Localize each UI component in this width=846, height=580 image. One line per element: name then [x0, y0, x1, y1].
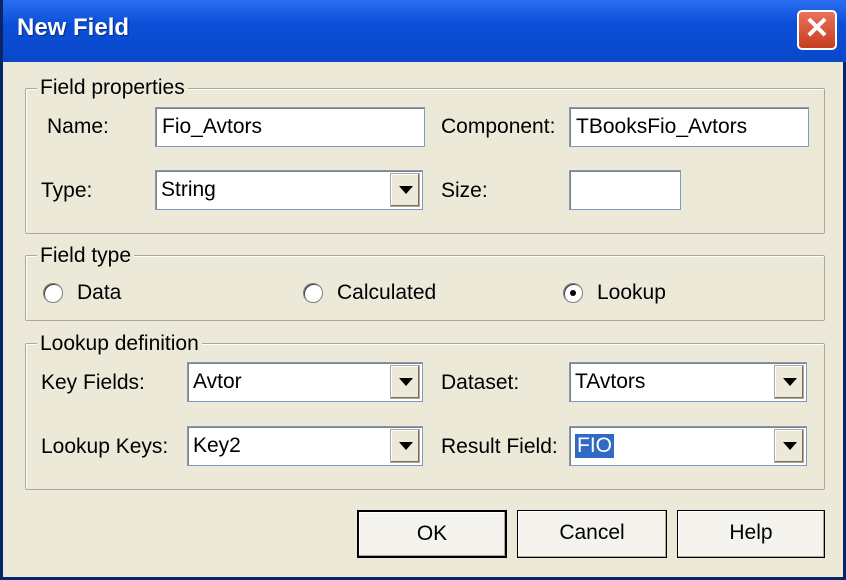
- window-title: New Field: [17, 14, 130, 41]
- lookup-keys-value: Key2: [193, 434, 241, 457]
- type-value: String: [161, 178, 216, 201]
- radio-data-label[interactable]: Data: [77, 281, 121, 305]
- radio-lookup-button[interactable]: [563, 283, 583, 303]
- component-input[interactable]: TBooksFio_Avtors: [569, 107, 809, 147]
- radio-selected-dot: [570, 290, 576, 296]
- radio-lookup-label[interactable]: Lookup: [597, 281, 666, 305]
- dataset-select[interactable]: TAvtors: [569, 362, 807, 402]
- field-properties-legend: Field properties: [37, 76, 188, 100]
- type-label: Type:: [41, 179, 93, 202]
- chevron-down-icon: [399, 186, 413, 194]
- component-label: Component:: [441, 115, 556, 138]
- name-input[interactable]: Fio_Avtors: [155, 107, 425, 147]
- radio-data-button[interactable]: [43, 283, 63, 303]
- title-bar[interactable]: New Field ✕: [3, 0, 846, 62]
- result-field-label: Result Field:: [441, 435, 558, 458]
- lookup-keys-select[interactable]: Key2: [187, 426, 423, 466]
- result-field-select[interactable]: FIO: [569, 426, 807, 466]
- type-select[interactable]: String: [155, 170, 423, 210]
- cancel-button[interactable]: Cancel: [517, 510, 667, 558]
- field-type-legend: Field type: [37, 244, 135, 268]
- chevron-down-icon: [783, 378, 797, 386]
- close-icon: ✕: [804, 12, 830, 45]
- chevron-down-icon: [399, 378, 413, 386]
- lookup-keys-label: Lookup Keys:: [41, 435, 169, 458]
- close-button[interactable]: ✕: [797, 10, 837, 50]
- new-field-dialog: New Field ✕ Field properties Name: Fio_A…: [0, 0, 846, 580]
- radio-calculated-label[interactable]: Calculated: [337, 281, 436, 305]
- chevron-down-icon: [783, 442, 797, 450]
- result-field-dropdown-button[interactable]: [774, 429, 804, 463]
- key-fields-dropdown-button[interactable]: [390, 365, 420, 399]
- key-fields-select[interactable]: Avtor: [187, 362, 423, 402]
- size-input[interactable]: [569, 170, 681, 210]
- dataset-dropdown-button[interactable]: [774, 365, 804, 399]
- chevron-down-icon: [399, 442, 413, 450]
- name-label: Name:: [47, 115, 109, 138]
- type-dropdown-button[interactable]: [390, 173, 420, 207]
- dataset-label: Dataset:: [441, 371, 520, 394]
- lookup-definition-legend: Lookup definition: [37, 332, 202, 356]
- ok-button[interactable]: OK: [357, 510, 507, 558]
- radio-calculated-button[interactable]: [303, 283, 323, 303]
- key-fields-label: Key Fields:: [41, 371, 145, 394]
- key-fields-value: Avtor: [193, 370, 242, 393]
- result-field-value[interactable]: FIO: [575, 434, 614, 458]
- lookup-keys-dropdown-button[interactable]: [390, 429, 420, 463]
- dataset-value: TAvtors: [575, 370, 646, 393]
- size-label: Size:: [441, 179, 488, 202]
- help-button[interactable]: Help: [677, 510, 825, 558]
